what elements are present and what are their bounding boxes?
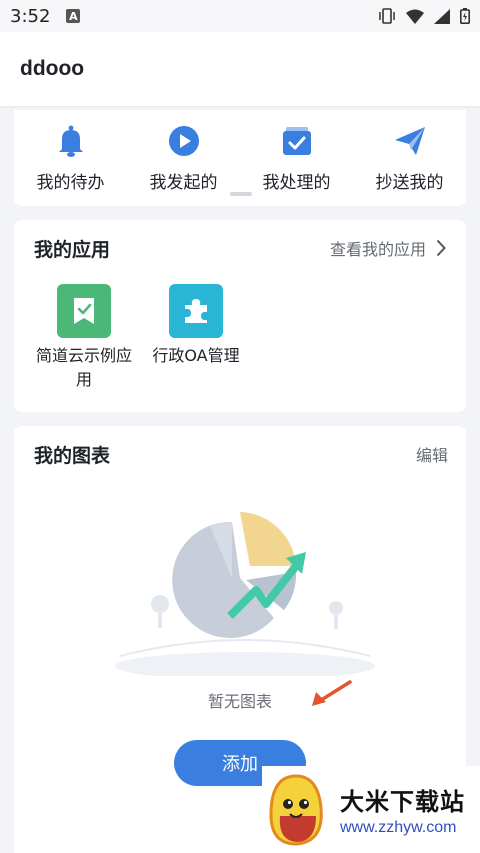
puzzle-icon [169, 284, 223, 338]
page-title: ddooo [20, 57, 85, 80]
check-calendar-icon [280, 124, 314, 158]
quick-action-todo[interactable]: 我的待办 [15, 124, 127, 193]
empty-chart-illustration [115, 512, 375, 676]
my-apps-title: 我的应用 [34, 238, 111, 261]
empty-state-text: 暂无图表 [207, 692, 272, 711]
status-icons [378, 8, 470, 24]
arrow-annotation-icon [312, 680, 352, 706]
quick-action-handled[interactable]: 我处理的 [241, 124, 353, 193]
watermark-name: 大米下载站 [340, 788, 465, 816]
bell-icon [54, 124, 88, 158]
app-item-jiandaoyun-demo[interactable]: 简道云示例应用 [28, 284, 140, 392]
app-label: 行政OA管理 [152, 346, 240, 365]
my-charts-title: 我的图表 [34, 444, 111, 467]
rice-mascot-logo-icon [269, 773, 323, 846]
notification-icon: A [66, 9, 81, 23]
play-icon [167, 124, 201, 158]
quick-action-label: 我处理的 [262, 173, 331, 193]
quick-action-label: 我发起的 [149, 173, 218, 193]
quick-action-initiated[interactable]: 我发起的 [128, 124, 240, 193]
view-my-apps-label: 查看我的应用 [329, 240, 426, 259]
chevron-right-icon [436, 239, 446, 257]
watermark-url: www.zzhyw.com [340, 819, 457, 836]
wifi-icon [406, 9, 424, 24]
app-header: ddooo [0, 32, 480, 106]
view-my-apps-link[interactable]: 查看我的应用 [330, 236, 446, 260]
signal-icon [434, 8, 450, 24]
quick-actions-card: 我的待办 我发起的 我处理的 抄送我的 [14, 110, 466, 206]
vibrate-icon [379, 8, 395, 24]
site-watermark: 大米下载站 www.zzhyw.com [262, 766, 480, 853]
check-ribbon-icon [57, 284, 111, 338]
app-item-admin-oa[interactable]: 行政OA管理 [140, 284, 252, 392]
my-apps-card: 我的应用 查看我的应用 简道云示例应用 行政OA管理 [14, 220, 466, 412]
app-label: 简道云示例应用 [35, 346, 132, 389]
status-bar: 3:52 A [0, 0, 480, 32]
paper-plane-icon [393, 124, 427, 158]
quick-action-label: 我的待办 [36, 173, 105, 193]
quick-action-label: 抄送我的 [375, 173, 444, 193]
page-indicator [230, 192, 252, 196]
status-time: 3:52 [10, 5, 51, 27]
quick-action-cc[interactable]: 抄送我的 [354, 124, 466, 193]
edit-charts-link[interactable]: 编辑 [416, 442, 448, 466]
battery-icon [460, 8, 470, 24]
